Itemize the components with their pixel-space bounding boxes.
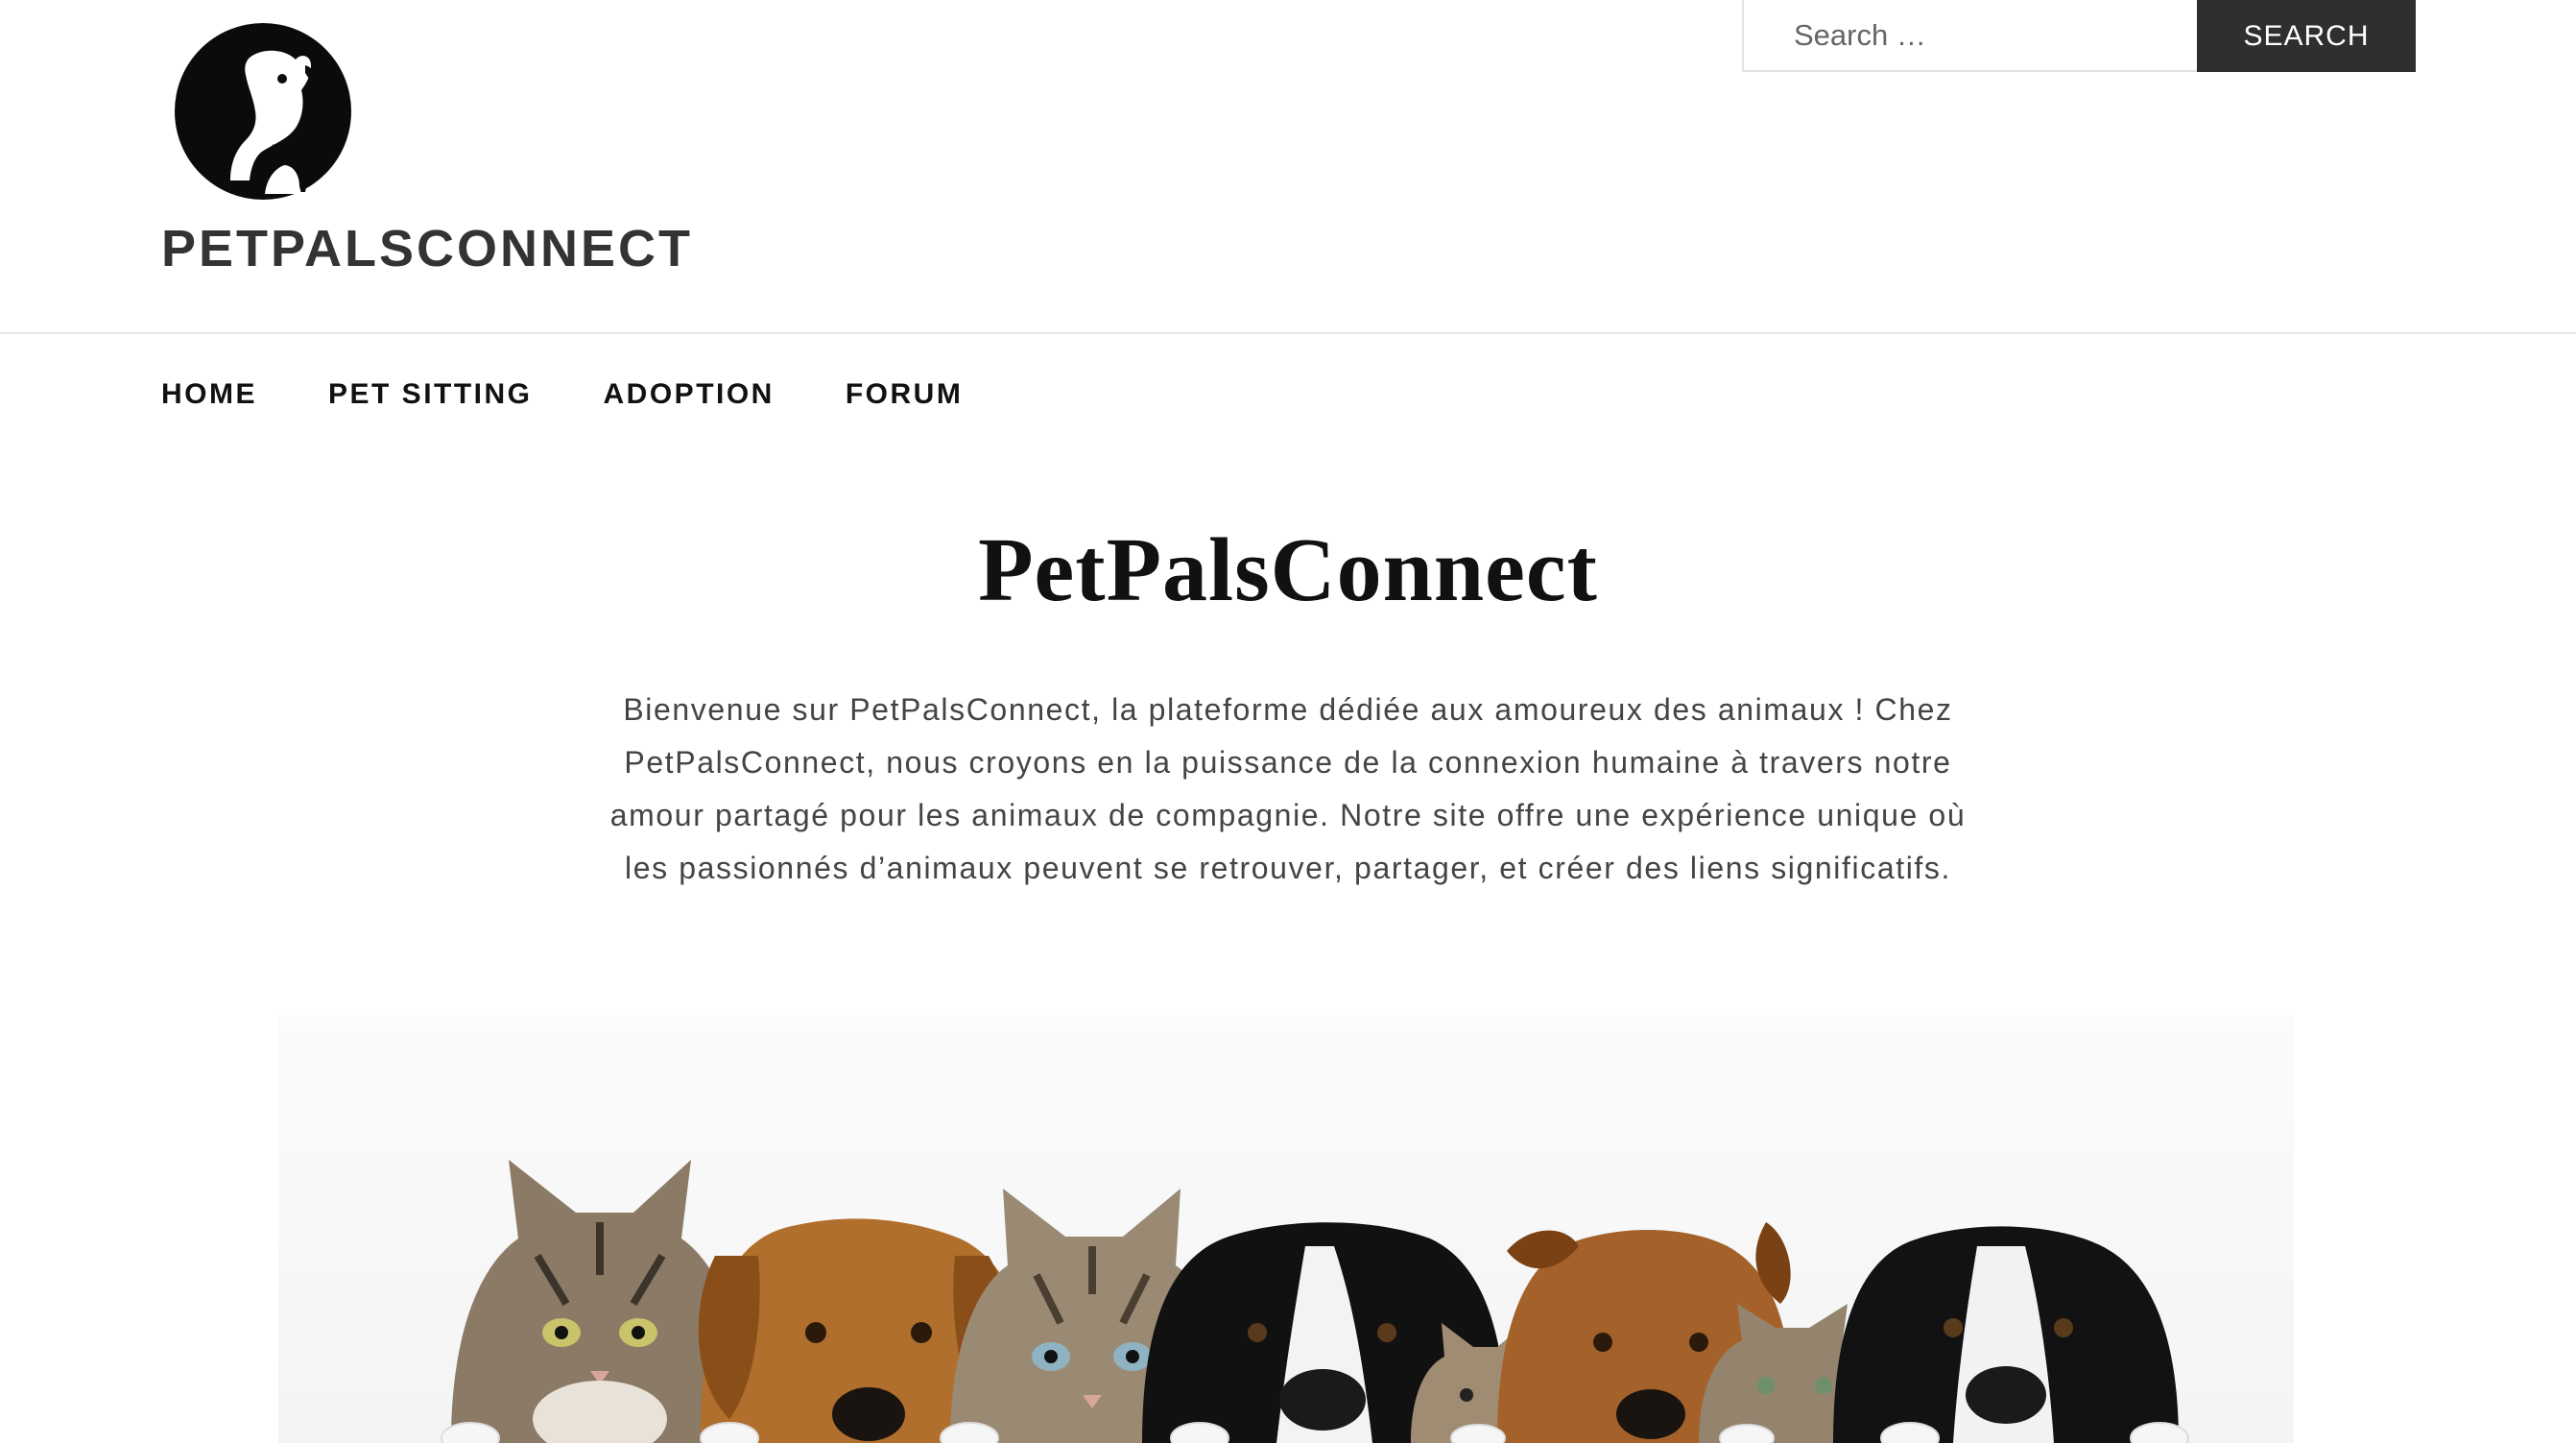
nav-item-pet-sitting[interactable]: PET SITTING: [328, 378, 533, 411]
nav-item-forum[interactable]: FORUM: [846, 378, 963, 411]
site-title[interactable]: PETPALSCONNECT: [161, 219, 693, 278]
hero-pets-image: [278, 1016, 2294, 1443]
dog-cat-logo-icon: [175, 23, 351, 200]
site-header: PETPALSCONNECT SEARCH: [0, 0, 2576, 334]
search-button[interactable]: SEARCH: [2197, 0, 2416, 72]
site-logo-link[interactable]: [161, 10, 365, 213]
page-heading: PetPalsConnect: [978, 520, 1598, 620]
page: PETPALSCONNECT SEARCH HOME PET SITTING A…: [0, 0, 2576, 1443]
search-form: SEARCH: [1742, 0, 2416, 72]
search-input[interactable]: [1742, 0, 2197, 72]
intro-paragraph: Bienvenue sur PetPalsConnect, la platefo…: [609, 692, 1967, 885]
main-nav: HOME PET SITTING ADOPTION FORUM: [161, 361, 1034, 428]
nav-item-adoption[interactable]: ADOPTION: [604, 378, 775, 411]
nav-item-home[interactable]: HOME: [161, 378, 257, 411]
